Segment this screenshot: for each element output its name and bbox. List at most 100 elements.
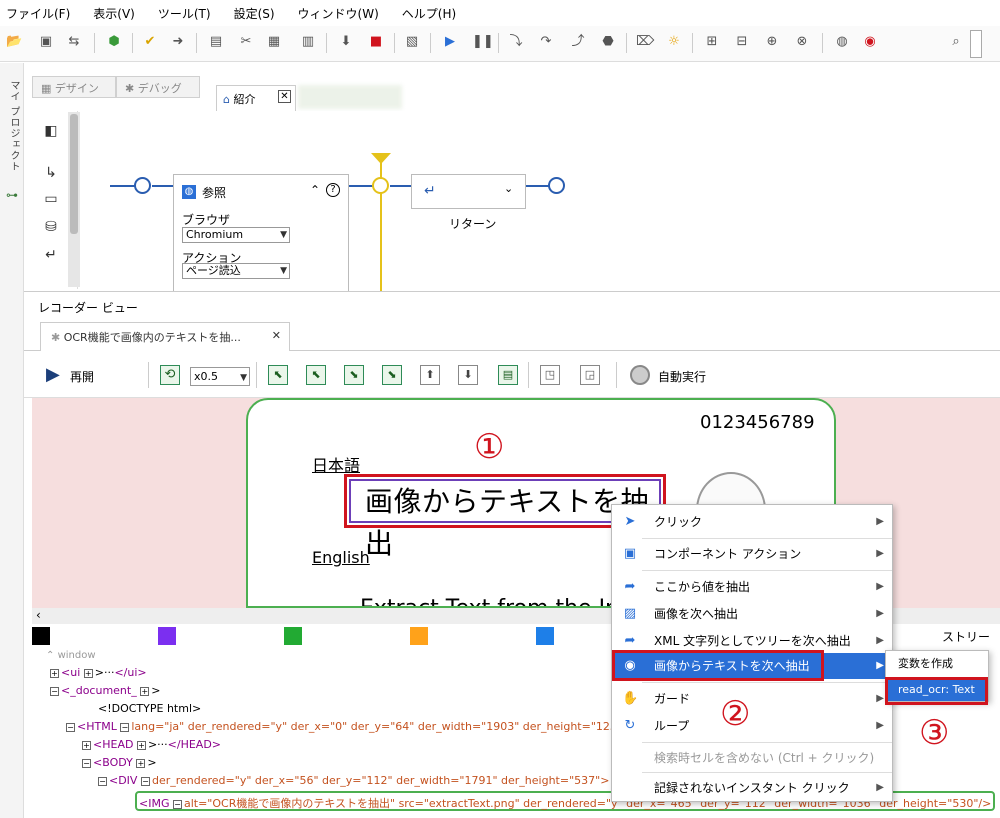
- tab-debug[interactable]: ✱ デバッグ: [116, 76, 200, 98]
- target-icon[interactable]: ☼: [666, 34, 682, 50]
- node-icon[interactable]: ⊕: [764, 34, 780, 50]
- step-over-icon[interactable]: ↷: [538, 34, 554, 50]
- color-swatch-black[interactable]: [32, 627, 50, 645]
- menu-item-extract-value[interactable]: ➦ ここから値を抽出 ▶: [612, 574, 892, 600]
- tree-document[interactable]: − <_document_ + >: [50, 684, 160, 697]
- tree-body[interactable]: − <BODY + >: [82, 756, 157, 769]
- return-step-card[interactable]: ↵ ⌄: [411, 174, 526, 209]
- stop-icon[interactable]: ■: [368, 34, 384, 50]
- menu-item-component-action[interactable]: ▣ コンポーネント アクション ▶: [612, 541, 892, 567]
- paste-icon[interactable]: ▦: [266, 34, 282, 50]
- move-up-left-icon[interactable]: ⬉: [268, 365, 288, 385]
- flow-end-node[interactable]: [548, 177, 565, 194]
- menu-file[interactable]: ファイル(F): [6, 5, 70, 22]
- blurred-tab[interactable]: [298, 85, 402, 109]
- history-icon[interactable]: ⇆: [66, 34, 82, 50]
- forward-icon[interactable]: ➜: [170, 34, 186, 50]
- arrow-icon[interactable]: ↳: [42, 165, 60, 183]
- menu-item-instant-click[interactable]: 記録されないインスタント クリック ▶: [612, 775, 892, 801]
- reference-step-card[interactable]: ◍ 参照 ⌃ ? ブラウザ Chromium ▼ アクション ページ読込 ▼: [173, 174, 349, 291]
- menu-item-loop[interactable]: ↻ ループ ▶: [612, 713, 892, 739]
- globe-alert-icon[interactable]: ◉: [862, 34, 878, 50]
- chevron-up-icon[interactable]: ⌃: [310, 183, 320, 197]
- flow-junction-node[interactable]: [372, 177, 389, 194]
- pause-icon[interactable]: ❚❚: [472, 34, 494, 50]
- step-icon[interactable]: ⬇: [338, 34, 354, 50]
- color-swatch-purple[interactable]: [158, 627, 176, 645]
- close-icon[interactable]: ✕: [278, 90, 291, 103]
- color-swatch-green[interactable]: [284, 627, 302, 645]
- hand-icon: ✋: [622, 691, 639, 706]
- clipboard-run-icon[interactable]: ▧: [404, 34, 420, 50]
- window-icon[interactable]: ◳: [540, 365, 560, 385]
- close-icon[interactable]: ✕: [272, 329, 281, 342]
- search-icon[interactable]: ⌕: [948, 34, 964, 50]
- tab-recording[interactable]: ✱ OCR機能で画像内のテキストを抽... ✕: [40, 322, 290, 351]
- tree-head[interactable]: + <HEAD + >···</HEAD>: [82, 738, 221, 751]
- collapse-icon[interactable]: ⊟: [734, 34, 750, 50]
- palette-scroll-thumb[interactable]: [70, 114, 78, 234]
- flow-start-node[interactable]: [134, 177, 151, 194]
- tree-doctype[interactable]: <!DOCTYPE html>: [98, 702, 201, 715]
- tab-intro[interactable]: ⌂ 紹介 ✕: [216, 85, 296, 111]
- scroll-left-icon[interactable]: ‹: [36, 608, 41, 622]
- tab-design[interactable]: ▦ デザイン: [32, 76, 116, 98]
- monitor-icon[interactable]: ▭: [42, 191, 60, 209]
- build-icon[interactable]: ⬢: [106, 34, 122, 50]
- save-icon[interactable]: ▣: [38, 34, 54, 50]
- resume-button[interactable]: 再開: [70, 368, 94, 385]
- speed-select[interactable]: x0.5 ▼: [190, 367, 250, 386]
- step-into-icon[interactable]: ⤵: [508, 34, 524, 50]
- window-refresh-icon[interactable]: ◲: [580, 365, 600, 385]
- globe-icon[interactable]: ◍: [834, 34, 850, 50]
- chevron-down-icon[interactable]: ⌄: [504, 182, 513, 195]
- open-folder-icon[interactable]: 📂: [6, 34, 22, 50]
- auto-run-icon[interactable]: [630, 365, 650, 385]
- menu-view[interactable]: 表示(V): [93, 5, 135, 22]
- browser-select[interactable]: Chromium ▼: [182, 227, 290, 243]
- menu-item-guard[interactable]: ✋ ガード ▶: [612, 686, 892, 712]
- action-select[interactable]: ページ読込 ▼: [182, 263, 290, 279]
- tree-ui[interactable]: + <ui + >···</ui>: [50, 666, 147, 679]
- color-swatch-orange[interactable]: [410, 627, 428, 645]
- expand-icon[interactable]: ⊞: [704, 34, 720, 50]
- step-out-icon[interactable]: ⤴: [570, 34, 586, 50]
- copy-icon[interactable]: ▤: [208, 34, 224, 50]
- menu-tools[interactable]: ツール(T): [158, 5, 211, 22]
- document-icon[interactable]: ▤: [498, 365, 518, 385]
- panel-icon[interactable]: ◧: [42, 123, 60, 141]
- breakpoint-marker-icon[interactable]: [371, 153, 391, 164]
- search-input[interactable]: [970, 30, 982, 58]
- menu-window[interactable]: ウィンドウ(W): [298, 5, 379, 22]
- project-tree-icon[interactable]: ⊶: [6, 188, 18, 202]
- menu-settings[interactable]: 設定(S): [234, 5, 275, 22]
- clipboard-icon[interactable]: ▥: [300, 34, 316, 50]
- cut-icon[interactable]: ✂: [238, 34, 254, 50]
- return-icon[interactable]: ↵: [42, 247, 60, 265]
- menu-help[interactable]: ヘルプ(H): [402, 5, 456, 22]
- tree-window[interactable]: ⌃ window: [46, 650, 96, 661]
- sidebar-project-label[interactable]: マイ プロジェクト: [6, 80, 21, 172]
- play-icon[interactable]: ▶: [442, 34, 458, 50]
- submenu-create-variable[interactable]: 変数を作成: [888, 653, 986, 675]
- globe-icon: ◍: [182, 185, 196, 199]
- play-icon[interactable]: ▶: [46, 364, 60, 385]
- move-left-icon[interactable]: ⬉: [306, 365, 326, 385]
- help-icon[interactable]: ?: [326, 183, 340, 197]
- speed-icon[interactable]: ⟲: [160, 365, 180, 385]
- up-icon[interactable]: ⬆: [420, 365, 440, 385]
- check-icon[interactable]: ✔: [142, 34, 158, 50]
- menu-item-extract-image[interactable]: ▨ 画像を次へ抽出 ▶: [612, 601, 892, 627]
- database-icon[interactable]: ⛁: [42, 219, 60, 237]
- move-down-right-icon[interactable]: ⬊: [344, 365, 364, 385]
- record-icon[interactable]: ⬣: [600, 34, 616, 50]
- down-icon[interactable]: ⬇: [458, 365, 478, 385]
- tree-div[interactable]: − <DIV − der_rendered="y" der_x="56" der_y…: [98, 774, 609, 787]
- tag-icon[interactable]: ⌦: [636, 34, 654, 50]
- auto-run-label[interactable]: 自動実行: [658, 368, 706, 385]
- tree-html[interactable]: − <HTML − lang="ja" der_rendered="y" der_x…: [66, 720, 624, 733]
- move-down-icon[interactable]: ⬊: [382, 365, 402, 385]
- color-swatch-blue[interactable]: [536, 627, 554, 645]
- node-link-icon[interactable]: ⊗: [794, 34, 810, 50]
- menu-item-click[interactable]: ➤ クリック ▶: [612, 509, 892, 535]
